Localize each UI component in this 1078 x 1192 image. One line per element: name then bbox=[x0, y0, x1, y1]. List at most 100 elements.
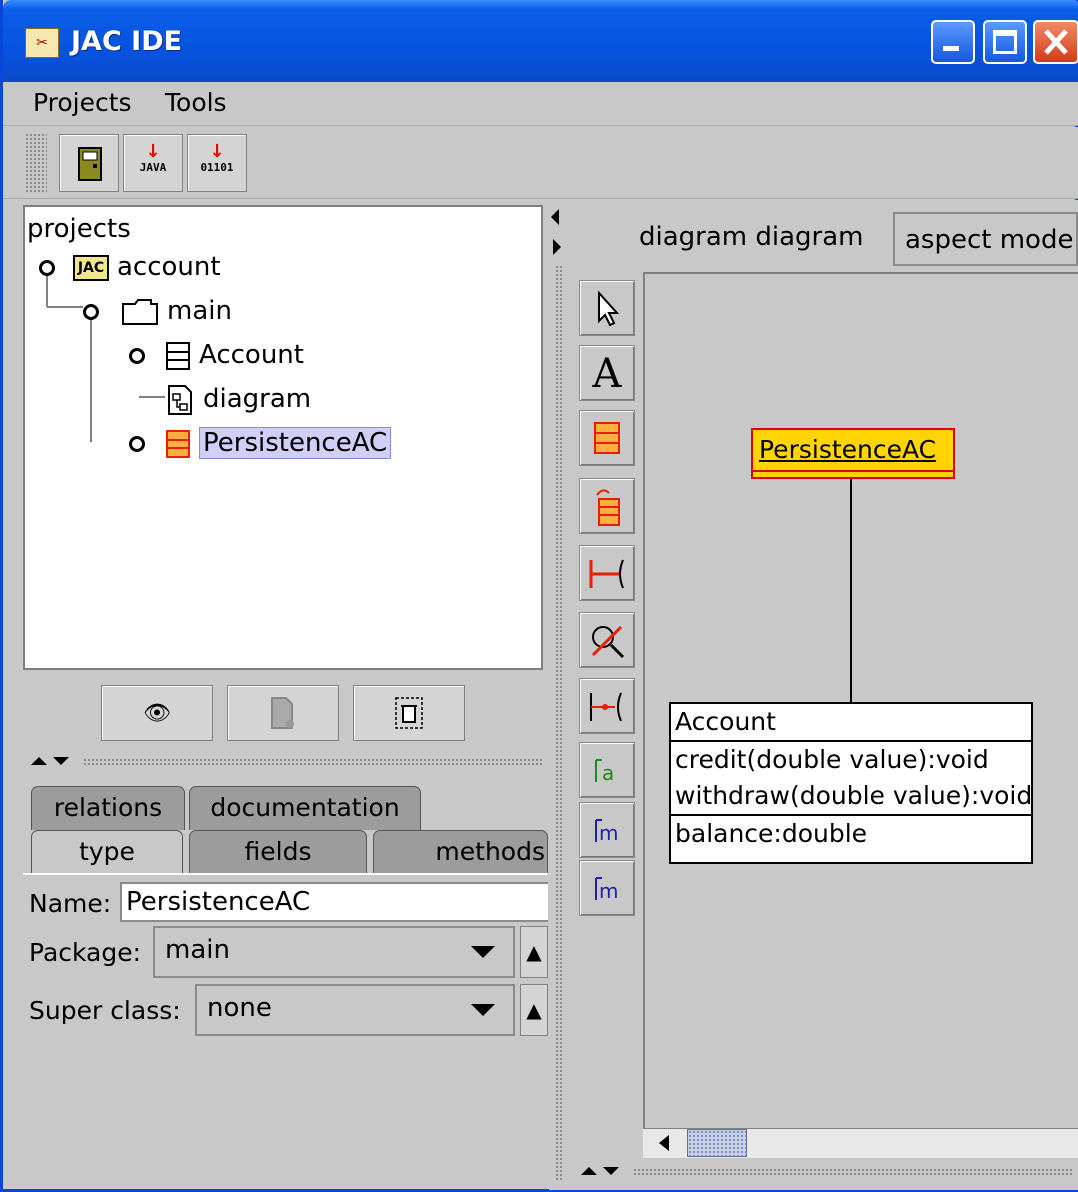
name-label: Name: bbox=[29, 889, 112, 918]
expand-handle-icon[interactable] bbox=[129, 436, 145, 452]
tree-item-diagram[interactable]: diagram bbox=[165, 379, 311, 419]
name-field[interactable]: PersistenceAC bbox=[120, 882, 548, 922]
method-tool-button[interactable]: m bbox=[579, 802, 635, 858]
project-tree[interactable]: projects JAC account main Account diagram… bbox=[23, 205, 543, 670]
svg-text:a: a bbox=[602, 761, 614, 785]
static-method-tool-button[interactable]: m bbox=[579, 860, 635, 916]
class-link-icon bbox=[596, 489, 620, 526]
close-button[interactable] bbox=[1033, 20, 1078, 64]
jac-project-icon: JAC bbox=[73, 254, 109, 281]
text-a-icon: A bbox=[592, 351, 622, 397]
package-value: main bbox=[165, 935, 230, 965]
text-tool-button[interactable]: A bbox=[579, 345, 635, 401]
svg-text:m: m bbox=[599, 821, 618, 845]
tree-label-main: main bbox=[167, 296, 232, 326]
expand-handle-icon[interactable] bbox=[39, 260, 55, 276]
attribute-icon: a bbox=[595, 759, 614, 785]
delete-button[interactable] bbox=[353, 685, 465, 741]
super-class-label: Super class: bbox=[29, 996, 181, 1025]
binoculars-icon: 👁 bbox=[143, 701, 171, 726]
menu-projects[interactable]: Projects bbox=[33, 88, 132, 117]
aspect-box-divider bbox=[753, 470, 953, 472]
select-tool-button[interactable] bbox=[579, 280, 635, 336]
vertical-splitter[interactable] bbox=[549, 205, 569, 1190]
splitter-grip bbox=[83, 758, 543, 766]
aspect-box-persistenceac[interactable]: PersistenceAC bbox=[751, 428, 955, 479]
pointcut-icon bbox=[591, 625, 625, 659]
title-bar[interactable]: ✂ JAC IDE bbox=[3, 0, 1078, 82]
method-icon: m bbox=[595, 877, 618, 903]
class-icon bbox=[594, 422, 620, 454]
aspect-box-label: PersistenceAC bbox=[759, 435, 937, 464]
tree-label-account-class: Account bbox=[199, 340, 304, 370]
relation-tool-button[interactable] bbox=[579, 545, 635, 601]
scroll-thumb[interactable] bbox=[687, 1129, 747, 1157]
super-class-browse-button[interactable]: ▲ bbox=[520, 984, 548, 1036]
field-item[interactable]: balance:double bbox=[671, 814, 1031, 852]
canvas-horizontal-scrollbar[interactable] bbox=[643, 1128, 1078, 1158]
minimize-button[interactable] bbox=[931, 20, 975, 64]
horizontal-splitter[interactable] bbox=[23, 752, 548, 770]
scroll-left-icon[interactable] bbox=[649, 1129, 679, 1157]
tree-item-persistenceac[interactable]: PersistenceAC bbox=[165, 423, 392, 463]
tab-methods[interactable]: methods bbox=[373, 830, 548, 874]
pointer-icon bbox=[598, 290, 620, 327]
tab-relations[interactable]: relations bbox=[31, 786, 185, 830]
tab-panel-edge bbox=[23, 873, 548, 875]
link-tool-button[interactable] bbox=[579, 678, 635, 734]
pointcut-tool-button[interactable] bbox=[579, 612, 635, 668]
maximize-button[interactable] bbox=[983, 20, 1027, 64]
attribute-tool-button[interactable]: a bbox=[579, 742, 635, 798]
close-icon bbox=[1044, 29, 1068, 55]
tree-label-persistenceac: PersistenceAC bbox=[199, 427, 392, 459]
expand-handle-icon[interactable] bbox=[129, 348, 145, 364]
folder-icon bbox=[122, 298, 158, 325]
aspect-mode-button[interactable]: aspect mode bbox=[893, 212, 1078, 266]
tree-item-account-class[interactable]: Account bbox=[165, 335, 304, 375]
tab-fields[interactable]: fields bbox=[189, 830, 367, 874]
package-browse-button[interactable]: ▲ bbox=[520, 926, 548, 978]
splitter-grip bbox=[555, 265, 563, 1180]
bottom-splitter[interactable] bbox=[573, 1160, 1078, 1188]
tab-documentation[interactable]: documentation bbox=[189, 786, 421, 830]
package-label: Package: bbox=[29, 938, 142, 967]
diagram-icon bbox=[168, 384, 192, 415]
method-icon: m bbox=[595, 819, 618, 845]
super-class-select[interactable]: none bbox=[195, 984, 515, 1036]
relation-icon bbox=[589, 559, 624, 589]
tab-type[interactable]: type bbox=[31, 830, 183, 874]
new-class-tool-button[interactable] bbox=[579, 410, 635, 466]
class-icon bbox=[166, 341, 190, 370]
menu-bar: Projects Tools bbox=[3, 82, 1078, 126]
chevron-down-icon bbox=[471, 1004, 495, 1016]
open-project-button[interactable] bbox=[59, 134, 119, 192]
aspect-class-icon bbox=[166, 429, 190, 458]
new-item-button[interactable] bbox=[227, 685, 339, 741]
class-box-account[interactable]: Account credit(double value):void withdr… bbox=[669, 702, 1033, 864]
tree-item-account[interactable]: JAC account bbox=[73, 247, 221, 287]
find-button[interactable]: 👁 bbox=[101, 685, 213, 741]
diagram-canvas[interactable]: PersistenceAC Account credit(double valu… bbox=[643, 272, 1078, 1128]
new-document-icon bbox=[271, 697, 294, 729]
jac-app-icon[interactable]: ✂ bbox=[25, 28, 59, 58]
tree-item-main[interactable]: main bbox=[121, 291, 232, 331]
compile-label: 01101 bbox=[200, 161, 234, 174]
expand-handle-icon[interactable] bbox=[83, 304, 99, 320]
class-name: Account bbox=[675, 707, 776, 736]
connector-lines bbox=[850, 479, 852, 702]
menu-tools[interactable]: Tools bbox=[165, 88, 227, 117]
generate-java-button[interactable]: ↓ JAVA bbox=[123, 134, 183, 192]
red-arrow-down-icon: ↓ bbox=[209, 141, 225, 162]
tree-label-diagram: diagram bbox=[203, 384, 312, 414]
door-icon bbox=[78, 147, 102, 181]
app-window: ✂ JAC IDE Projects Tools ↓ JAVA ↓ 01101 … bbox=[0, 0, 1078, 1192]
method-item[interactable]: credit(double value):void bbox=[671, 740, 1031, 778]
red-arrow-down-icon: ↓ bbox=[145, 141, 161, 162]
compile-button[interactable]: ↓ 01101 bbox=[187, 134, 247, 192]
link-icon bbox=[590, 692, 622, 722]
package-select[interactable]: main bbox=[153, 926, 515, 978]
toolbar-grip[interactable] bbox=[25, 133, 47, 193]
inherit-class-tool-button[interactable] bbox=[579, 478, 635, 534]
chevron-down-icon bbox=[471, 946, 495, 958]
method-item[interactable]: withdraw(double value):void bbox=[671, 778, 1032, 814]
